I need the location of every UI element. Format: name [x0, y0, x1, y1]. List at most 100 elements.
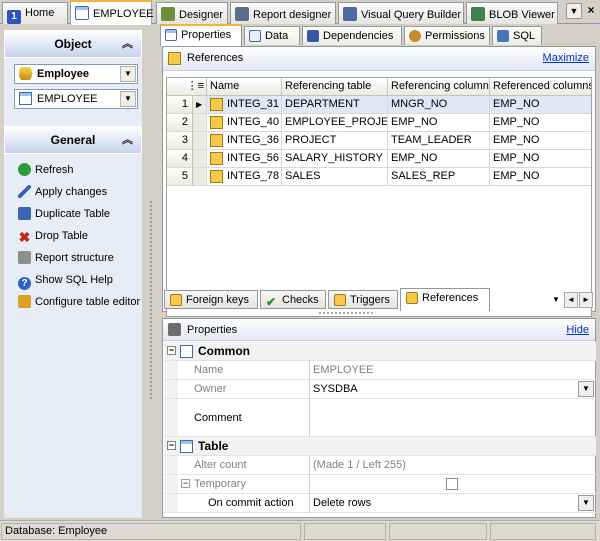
collapse-icon[interactable]: −	[181, 479, 190, 488]
cell-referenced-columns[interactable]: EMP_NO	[490, 96, 591, 114]
apply-changes-action[interactable]: Apply changes	[18, 182, 107, 202]
column-header-name[interactable]: Name	[207, 78, 282, 96]
tab-properties[interactable]: Properties	[160, 24, 242, 46]
chevron-down-icon[interactable]: ▼	[578, 495, 594, 511]
tab-sql-label: SQL	[513, 30, 536, 42]
tab-home[interactable]: 1 Home	[2, 2, 68, 24]
row-number[interactable]: 3	[167, 132, 193, 150]
tab-references[interactable]: References	[400, 288, 490, 311]
refresh-action[interactable]: Refresh	[18, 160, 74, 180]
owner-select[interactable]: SYSDBA ▼	[309, 380, 596, 399]
row-number[interactable]: 1	[167, 96, 193, 114]
cell-referencing-columns[interactable]: EMP_NO	[388, 150, 490, 168]
collapse-chevron-icon[interactable]: ︽	[122, 31, 133, 57]
cell-name[interactable]: INTEG_40	[207, 114, 282, 132]
designer-icon	[161, 7, 175, 21]
drop-table-action[interactable]: ✖ Drop Table	[18, 226, 88, 246]
pane-splitter[interactable]	[149, 200, 153, 400]
table-row[interactable]: 5 INTEG_78 SALES SALES_REP EMP_NO	[167, 168, 591, 186]
collapse-icon[interactable]: −	[167, 441, 176, 450]
cell-name-text: INTEG_56	[227, 152, 279, 164]
tab-data[interactable]: Data	[244, 26, 300, 45]
tab-dependencies[interactable]: Dependencies	[302, 26, 402, 45]
column-chooser-icon[interactable]: ⋮≡	[187, 80, 204, 92]
collapse-chevron-icon[interactable]: ︽	[122, 127, 133, 153]
row-number[interactable]: 2	[167, 114, 193, 132]
column-header-referencing-table[interactable]: Referencing table	[282, 78, 388, 96]
name-value[interactable]: EMPLOYEE	[309, 361, 596, 380]
cell-referencing-columns[interactable]: MNGR_NO	[388, 96, 490, 114]
tab-list-dropdown-button[interactable]: ▼	[566, 3, 582, 19]
tab-list-dropdown-button[interactable]: ▼	[552, 292, 562, 308]
tab-visual-query-builder[interactable]: Visual Query Builder	[338, 2, 464, 24]
row-number[interactable]: 4	[167, 150, 193, 168]
comment-field[interactable]	[309, 399, 596, 437]
maximize-link[interactable]: Maximize	[543, 47, 589, 69]
table-row[interactable]: 1 ▶ INTEG_31 DEPARTMENT MNGR_NO EMP_NO	[167, 96, 591, 114]
cell-referencing-columns[interactable]: SALES_REP	[388, 168, 490, 186]
cell-referencing-table[interactable]: SALARY_HISTORY	[282, 150, 388, 168]
scroll-tabs-right-button[interactable]: ►	[579, 292, 593, 308]
cell-referencing-table[interactable]: DEPARTMENT	[282, 96, 388, 114]
duplicate-table-action[interactable]: Duplicate Table	[18, 204, 110, 224]
table-row[interactable]: 3 INTEG_36 PROJECT TEAM_LEADER EMP_NO	[167, 132, 591, 150]
collapse-icon[interactable]: −	[167, 346, 176, 355]
cell-name[interactable]: INTEG_31	[207, 96, 282, 114]
common-category-row[interactable]: − Common	[164, 342, 596, 361]
cell-referenced-columns[interactable]: EMP_NO	[490, 150, 591, 168]
refresh-icon	[18, 163, 31, 176]
hide-link[interactable]: Hide	[566, 319, 589, 341]
query-builder-icon	[343, 7, 357, 21]
tab-properties-label: Properties	[181, 29, 232, 41]
scroll-tabs-left-button[interactable]: ◄	[564, 292, 578, 308]
tab-employee[interactable]: EMPLOYEE	[70, 0, 154, 25]
column-header-referenced-columns[interactable]: Referenced columns	[490, 78, 591, 96]
cell-referencing-table[interactable]: SALES	[282, 168, 388, 186]
cell-referenced-columns[interactable]: EMP_NO	[490, 132, 591, 150]
show-sql-help-action[interactable]: ? Show SQL Help	[18, 270, 113, 290]
table-row[interactable]: 2INTEG_40EMPLOYEE_PROJECTEMP_NOEMP_NO	[167, 114, 591, 132]
general-section-header[interactable]: General ︽	[4, 126, 142, 154]
duplicate-table-icon	[18, 207, 31, 220]
tab-designer[interactable]: Designer	[156, 2, 228, 24]
cell-referencing-table[interactable]: EMPLOYEE_PROJECT	[282, 114, 388, 132]
cell-referencing-table[interactable]: PROJECT	[282, 132, 388, 150]
tab-blob-viewer[interactable]: BLOB Viewer	[466, 2, 558, 24]
column-header-referencing-columns[interactable]: Referencing columns	[388, 78, 490, 96]
tab-report-designer[interactable]: Report designer	[230, 2, 336, 24]
properties-panel-header: Properties Hide	[163, 319, 595, 341]
chevron-down-icon[interactable]: ▼	[120, 66, 136, 82]
cell-name[interactable]: INTEG_36	[207, 132, 282, 150]
chevron-down-icon[interactable]: ▼	[578, 381, 594, 397]
close-tab-button[interactable]: ×	[584, 3, 598, 19]
key-icon	[210, 98, 223, 111]
cell-name[interactable]: INTEG_78	[207, 168, 282, 186]
row-number[interactable]: 5	[167, 168, 193, 186]
chevron-down-icon[interactable]: ▼	[120, 91, 136, 107]
database-combo[interactable]: Employee ▼	[14, 64, 138, 84]
report-structure-action[interactable]: Report structure	[18, 248, 114, 268]
table-combo[interactable]: EMPLOYEE ▼	[14, 89, 138, 109]
configure-table-editor-action[interactable]: Configure table editor	[18, 292, 140, 312]
cell-referencing-columns[interactable]: EMP_NO	[388, 114, 490, 132]
cell-referenced-columns[interactable]: EMP_NO	[490, 114, 591, 132]
tab-triggers[interactable]: Triggers	[328, 290, 398, 309]
cell-name[interactable]: INTEG_56	[207, 150, 282, 168]
tab-foreign-keys[interactable]: Foreign keys	[164, 290, 258, 309]
cell-referenced-columns[interactable]: EMP_NO	[490, 168, 591, 186]
horizontal-splitter[interactable]	[318, 311, 374, 315]
table-row[interactable]: 4 INTEG_56 SALARY_HISTORY EMP_NO EMP_NO	[167, 150, 591, 168]
database-icon	[19, 67, 32, 80]
on-commit-label: On commit action	[208, 497, 294, 509]
table-category-row[interactable]: − Table	[164, 437, 596, 456]
on-commit-select[interactable]: Delete rows ▼	[309, 494, 596, 513]
cell-referencing-columns[interactable]: TEAM_LEADER	[388, 132, 490, 150]
tab-sql[interactable]: SQL	[492, 26, 542, 45]
temporary-checkbox[interactable]	[446, 478, 458, 490]
tab-checks[interactable]: ✔ Checks	[260, 290, 326, 309]
tab-permissions[interactable]: Permissions	[404, 26, 490, 45]
table-category-title: Table	[198, 439, 229, 453]
property-row-alter-count: Alter count (Made 1 / Left 255)	[164, 456, 596, 475]
gutter	[164, 475, 178, 493]
object-section-header[interactable]: Object ︽	[4, 30, 142, 58]
